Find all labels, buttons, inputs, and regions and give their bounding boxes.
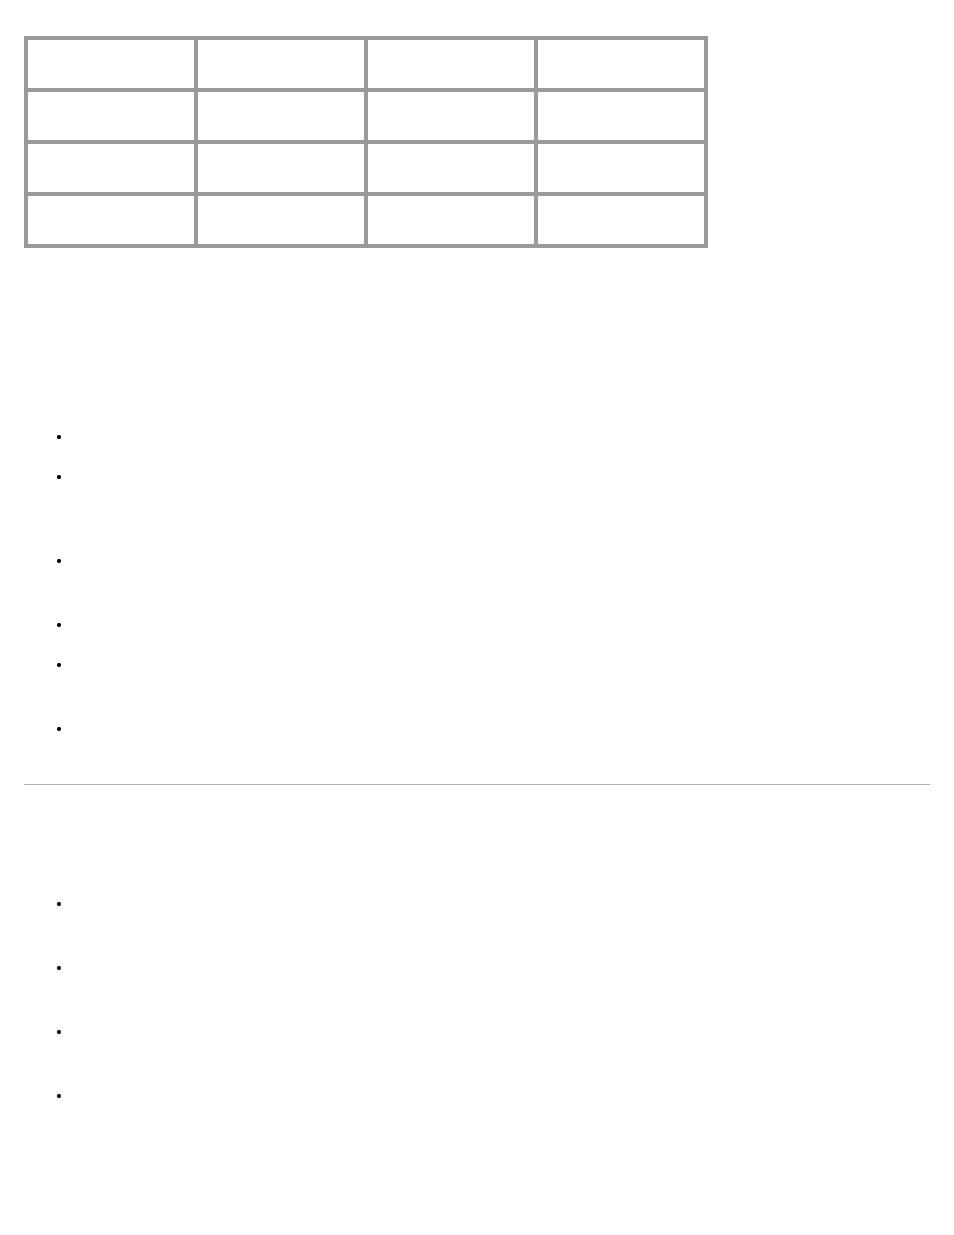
table-row (27, 91, 705, 141)
list-item (72, 552, 930, 572)
table-row (27, 39, 705, 89)
list-item (72, 1023, 930, 1043)
table-cell (197, 39, 365, 89)
list-item (72, 1087, 930, 1107)
table-row (27, 143, 705, 193)
list-item (72, 720, 930, 740)
table-cell (367, 91, 535, 141)
table-cell (197, 195, 365, 245)
bullet-list-2 (24, 895, 930, 1107)
table-cell (27, 195, 195, 245)
table-cell (27, 143, 195, 193)
table-cell (537, 91, 705, 141)
table-cell (27, 39, 195, 89)
table-cell (27, 91, 195, 141)
list-item (72, 616, 930, 636)
page-container (0, 0, 954, 1235)
table-row (27, 195, 705, 245)
list-item (72, 428, 930, 448)
table-cell (367, 195, 535, 245)
table-cell (197, 143, 365, 193)
table-cell (367, 143, 535, 193)
table-cell (537, 143, 705, 193)
table-cell (537, 39, 705, 89)
table-cell (537, 195, 705, 245)
data-table (24, 36, 708, 248)
table-cell (197, 91, 365, 141)
list-item (72, 959, 930, 979)
table-cell (367, 39, 535, 89)
bullet-list-1 (24, 428, 930, 740)
list-item (72, 468, 930, 488)
list-item (72, 895, 930, 915)
list-item (72, 656, 930, 676)
